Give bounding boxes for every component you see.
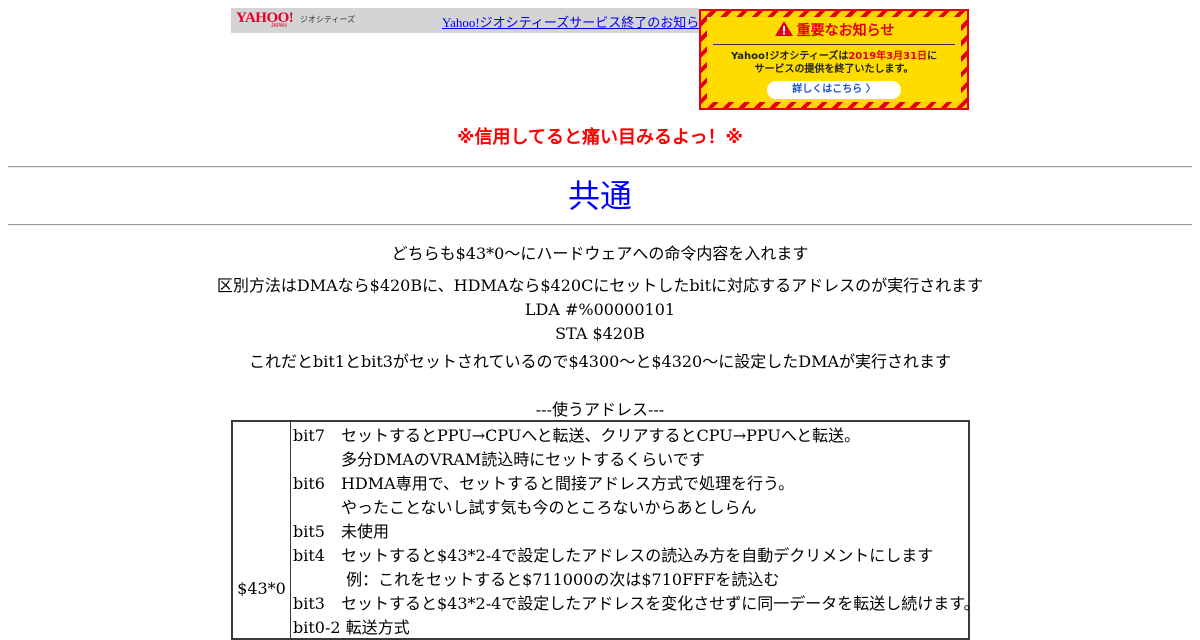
intro-line-1: どちらも$43*0～にハードウェアへの命令内容を入れます [391,244,809,263]
geocities-top-bar: YAHOO! JAPAN ジオシティーズ Yahoo!ジオシティーズサービス終了… [231,8,712,33]
notice-line-1: Yahoo!ジオシティーズは2019年3月31日に [707,50,961,63]
bit-line: 例：これをセットすると$711000の次は$710FFFを読込む [293,570,780,589]
yahoo-logo-japan: JAPAN [271,23,287,29]
address-cell: $43*0 [233,422,291,638]
page-heading: 共通 [567,177,632,215]
code-line-2: STA $420B [555,324,645,343]
notice-heading: 重要なお知らせ [707,20,961,40]
notice-line-1-a: Yahoo!ジオシティーズは [730,51,849,62]
horizontal-rule-bottom [8,224,1192,226]
notice-title: 重要なお知らせ [796,23,895,39]
warning-icon [774,21,793,36]
bit-description-cell: bit7 セットするとPPU→CPUへと転送、クリアするとCPU→PPUへと転送… [293,424,980,640]
horizontal-rule-top [8,166,1192,168]
notice-panel: 重要なお知らせ Yahoo!ジオシティーズは2019年3月31日に サービスの提… [707,17,961,102]
geocities-banner: YAHOO! JAPAN ジオシティーズ Yahoo!ジオシティーズサービス終了… [231,8,969,110]
bit-line: bit0-2 転送方式 [293,618,410,637]
bit-line: やったことないし試す気も今のところないからあとしらん [293,498,757,517]
notice-divider [713,44,955,45]
bit-line: bit7 セットするとPPU→CPUへと転送、クリアするとCPU→PPUへと転送… [293,426,861,445]
geocities-service-name: ジオシティーズ [300,15,356,24]
notice-line-1-c: に [927,51,938,62]
intro-line-3: これだとbit1とbit3がセットされているので$4300～と$4320～に設定… [248,352,952,371]
bit-line: bit6 HDMA専用で、セットすると間接アドレス方式で処理を行う。 [293,474,795,493]
notice-date: 2019年3月31日 [848,51,928,62]
bit-line: 多分DMAのVRAM読込時にセットするくらいです [293,450,705,469]
notice-body: Yahoo!ジオシティーズは2019年3月31日に サービスの提供を終了いたしま… [707,50,961,76]
intro-line-2: 区別方法はDMAなら$420Bに、HDMAなら$420Cにセットしたbitに対応… [216,276,984,295]
address-label: $43*0 [237,579,286,598]
details-button[interactable]: 詳しくはこちら 〉 [767,81,901,99]
section-title: ---使うアドレス--- [535,400,665,419]
notice-line-2: サービスの提供を終了いたします。 [754,64,914,75]
bit-line: bit5 未使用 [293,522,389,541]
code-line-1: LDA #%00000101 [524,300,676,319]
bit-line: bit4 セットすると$43*2-4で設定したアドレスの読込み方を自動デクリメン… [293,546,934,565]
important-notice-ad[interactable]: 重要なお知らせ Yahoo!ジオシティーズは2019年3月31日に サービスの提… [699,9,969,110]
warning-text: ※信用してると痛い目みるよっ！※ [457,127,743,148]
address-table: $43*0 bit7 セットするとPPU→CPUへと転送、クリアするとCPU→P… [231,420,980,640]
bit-line: bit3 セットすると$43*2-4で設定したアドレスを変化させずに同一データを… [293,594,980,613]
service-end-notice-link[interactable]: Yahoo!ジオシティーズサービス終了のお知らせ [442,12,712,31]
